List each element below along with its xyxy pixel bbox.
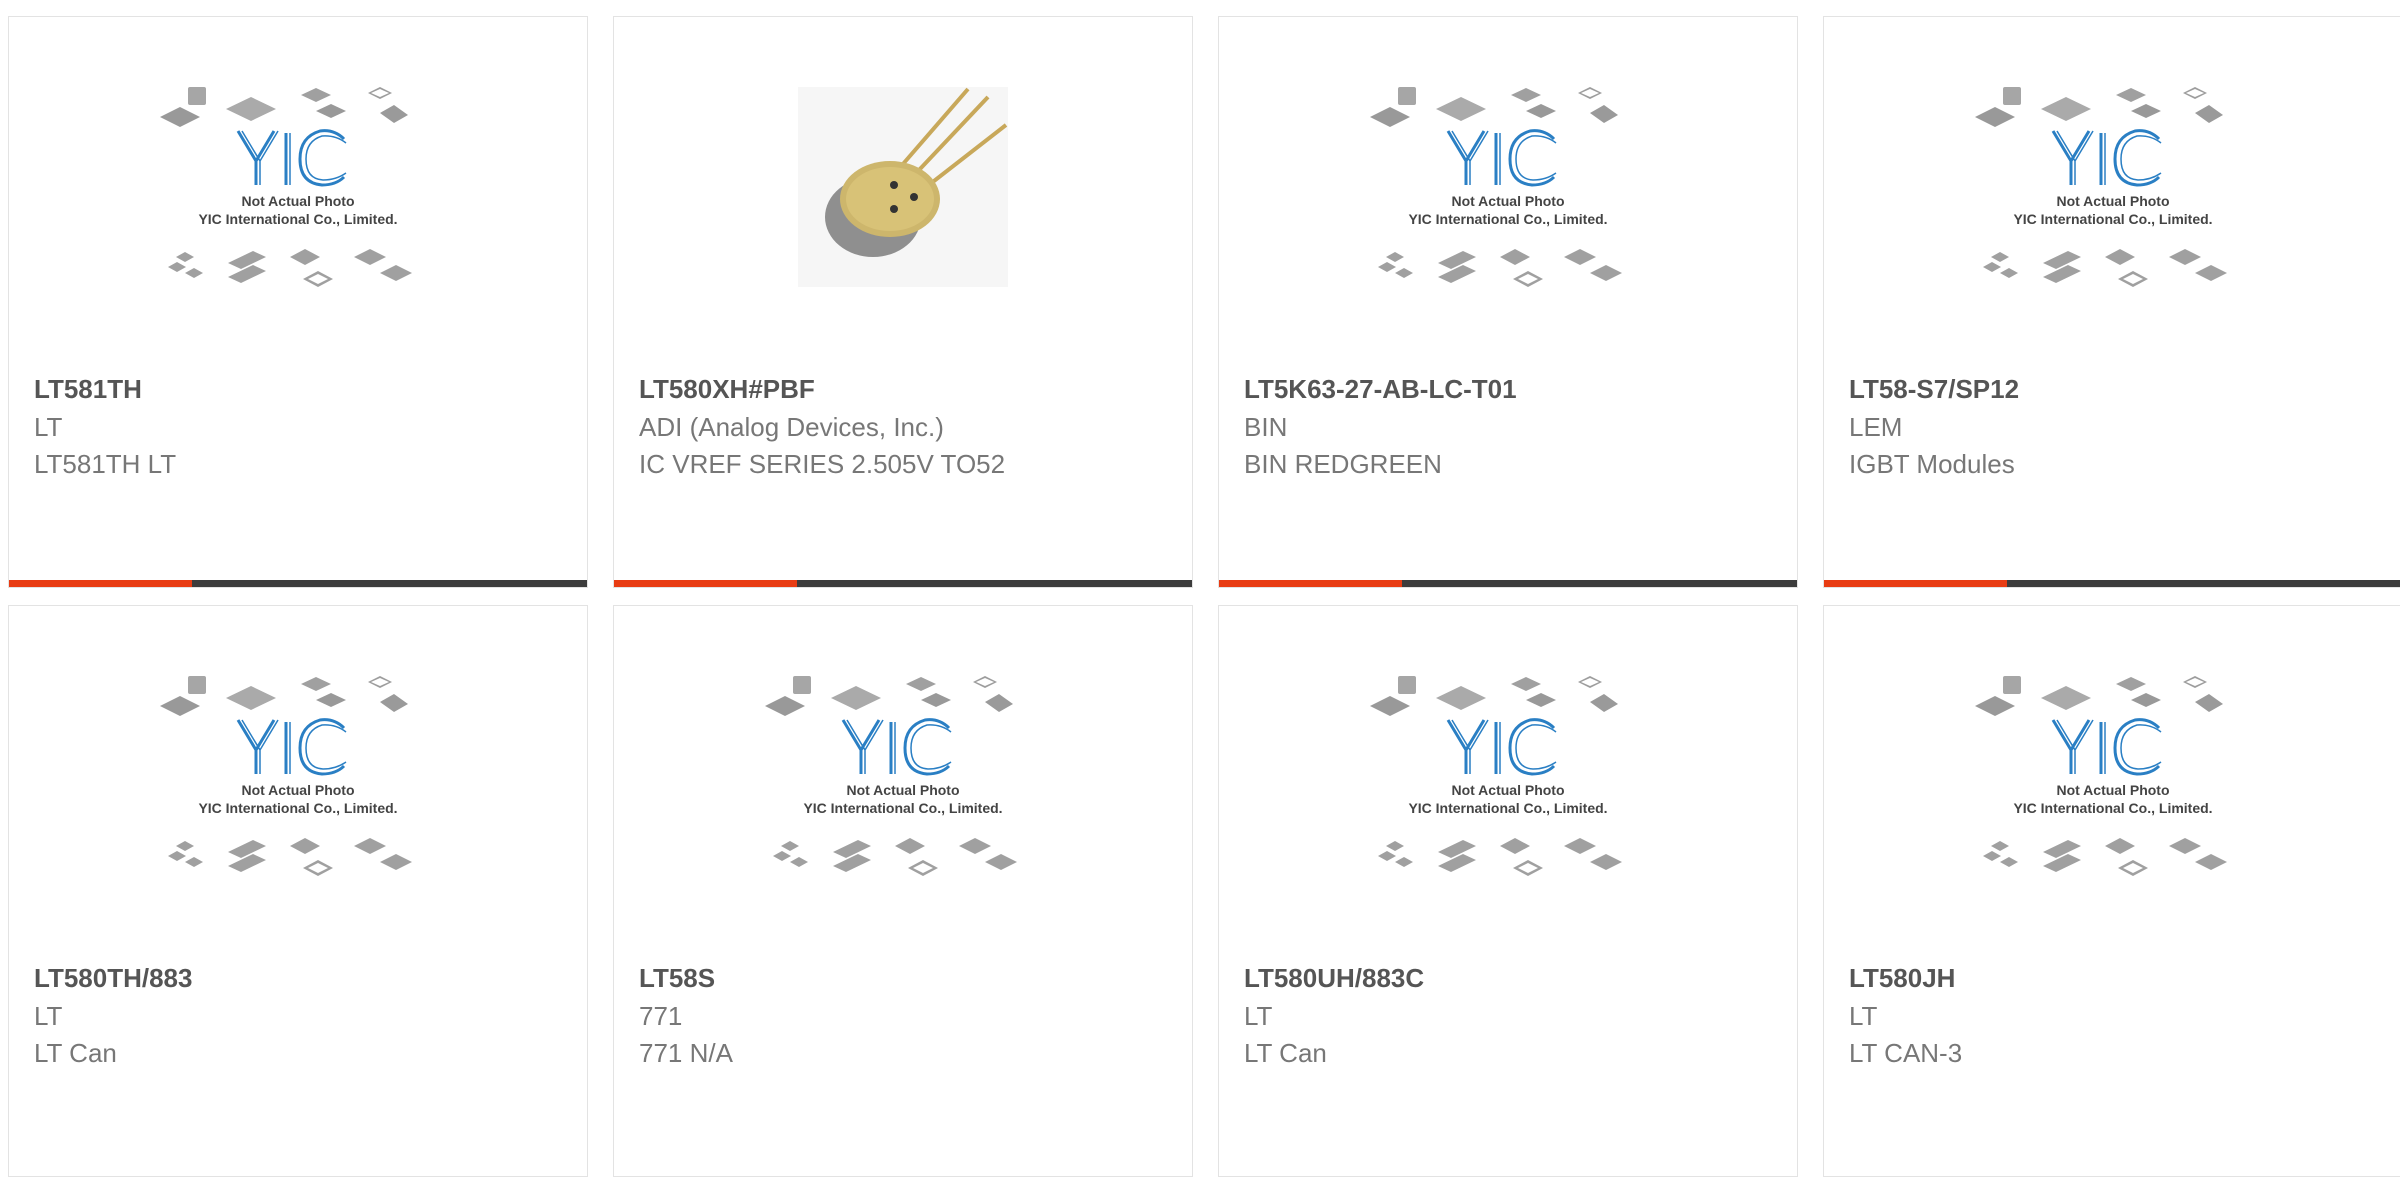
svg-text:Not Actual Photo: Not Actual Photo xyxy=(1451,782,1564,798)
product-description: BIN REDGREEN xyxy=(1244,449,1442,479)
product-description: IGBT Modules xyxy=(1849,449,2015,479)
product-description: LT Can xyxy=(34,1038,117,1068)
product-image[interactable]: Not Actual Photo YIC International Co., … xyxy=(1219,606,1797,946)
product-part-number[interactable]: LT581TH xyxy=(34,374,142,405)
product-image[interactable]: Not Actual Photo YIC International Co., … xyxy=(1824,606,2400,946)
product-manufacturer: BIN xyxy=(1244,412,1288,442)
placeholder-image: Not Actual Photo YIC International Co., … xyxy=(1370,87,1622,287)
svg-text:YIC International Co., Limited: YIC International Co., Limited. xyxy=(198,211,397,227)
card-hover-bar xyxy=(1824,580,2400,587)
card-hover-bar xyxy=(9,580,587,587)
product-description: LT CAN-3 xyxy=(1849,1038,1963,1068)
svg-text:YIC International Co., Limited: YIC International Co., Limited. xyxy=(198,800,397,816)
card-accent-bar xyxy=(614,580,797,587)
product-card[interactable]: Not Actual Photo YIC International Co., … xyxy=(8,16,588,588)
product-image[interactable]: Not Actual Photo YIC International Co., … xyxy=(1219,17,1797,357)
product-card[interactable]: Not Actual Photo YIC International Co., … xyxy=(1823,605,2400,1177)
product-image[interactable] xyxy=(614,17,1192,357)
product-card[interactable]: Not Actual Photo YIC International Co., … xyxy=(1218,605,1798,1177)
product-manufacturer: 771 xyxy=(639,1001,683,1031)
svg-text:YIC International Co., Limited: YIC International Co., Limited. xyxy=(2013,211,2212,227)
product-card[interactable]: LT580XH#PBF ADI (Analog Devices, Inc.) IC … xyxy=(613,16,1193,588)
product-manufacturer: LT xyxy=(34,1001,63,1031)
product-part-number[interactable]: LT58-S7/SP12 xyxy=(1849,374,2019,405)
placeholder-image: Not Actual Photo YIC International Co., … xyxy=(1370,676,1622,876)
product-card[interactable]: Not Actual Photo YIC International Co., … xyxy=(1218,16,1798,588)
product-card[interactable]: Not Actual Photo YIC International Co., … xyxy=(8,605,588,1177)
placeholder-image: Not Actual Photo YIC International Co., … xyxy=(160,87,412,287)
product-part-number[interactable]: LT580JH xyxy=(1849,963,1955,994)
svg-text:Not Actual Photo: Not Actual Photo xyxy=(241,782,354,798)
card-hover-bar xyxy=(614,580,1192,587)
product-image[interactable]: Not Actual Photo YIC International Co., … xyxy=(9,606,587,946)
svg-text:YIC International Co., Limited: YIC International Co., Limited. xyxy=(1408,211,1607,227)
product-image[interactable]: Not Actual Photo YIC International Co., … xyxy=(9,17,587,357)
product-description: LT581TH LT xyxy=(34,449,177,479)
product-manufacturer: LT xyxy=(1244,1001,1273,1031)
product-description: IC VREF SERIES 2.505V TO52 xyxy=(639,449,1006,479)
product-manufacturer: LT xyxy=(1849,1001,1878,1031)
card-accent-bar xyxy=(1824,580,2007,587)
to52-can-photo xyxy=(798,87,1008,287)
product-manufacturer: LT xyxy=(34,412,63,442)
svg-text:Not Actual Photo: Not Actual Photo xyxy=(846,782,959,798)
svg-text:Not Actual Photo: Not Actual Photo xyxy=(1451,193,1564,209)
placeholder-image: Not Actual Photo YIC International Co., … xyxy=(160,676,412,876)
product-part-number[interactable]: LT580TH/883 xyxy=(34,963,192,994)
svg-text:Not Actual Photo: Not Actual Photo xyxy=(2056,782,2169,798)
placeholder-image: Not Actual Photo YIC International Co., … xyxy=(1975,676,2227,876)
svg-text:Not Actual Photo: Not Actual Photo xyxy=(241,193,354,209)
product-part-number[interactable]: LT58S xyxy=(639,963,715,994)
product-card[interactable]: Not Actual Photo YIC International Co., … xyxy=(1823,16,2400,588)
product-card[interactable]: Not Actual Photo YIC International Co., … xyxy=(613,605,1193,1177)
svg-text:Not Actual Photo: Not Actual Photo xyxy=(2056,193,2169,209)
card-accent-bar xyxy=(9,580,192,587)
placeholder-image: Not Actual Photo YIC International Co., … xyxy=(765,676,1017,876)
placeholder-image: Not Actual Photo YIC International Co., … xyxy=(1975,87,2227,287)
product-image[interactable]: Not Actual Photo YIC International Co., … xyxy=(1824,17,2400,357)
product-part-number[interactable]: LT580UH/883C xyxy=(1244,963,1424,994)
svg-text:YIC International Co., Limited: YIC International Co., Limited. xyxy=(2013,800,2212,816)
product-manufacturer: LEM xyxy=(1849,412,1903,442)
product-part-number[interactable]: LT5K63-27-AB-LC-T01 xyxy=(1244,374,1517,405)
product-description: 771 N/A xyxy=(639,1038,733,1068)
card-accent-bar xyxy=(1219,580,1402,587)
card-hover-bar xyxy=(1219,580,1797,587)
product-description: LT Can xyxy=(1244,1038,1327,1068)
product-part-number[interactable]: LT580XH#PBF xyxy=(639,374,815,405)
svg-text:YIC International Co., Limited: YIC International Co., Limited. xyxy=(1408,800,1607,816)
product-image[interactable]: Not Actual Photo YIC International Co., … xyxy=(614,606,1192,946)
product-manufacturer: ADI (Analog Devices, Inc.) xyxy=(639,412,944,442)
svg-text:YIC International Co., Limited: YIC International Co., Limited. xyxy=(803,800,1002,816)
